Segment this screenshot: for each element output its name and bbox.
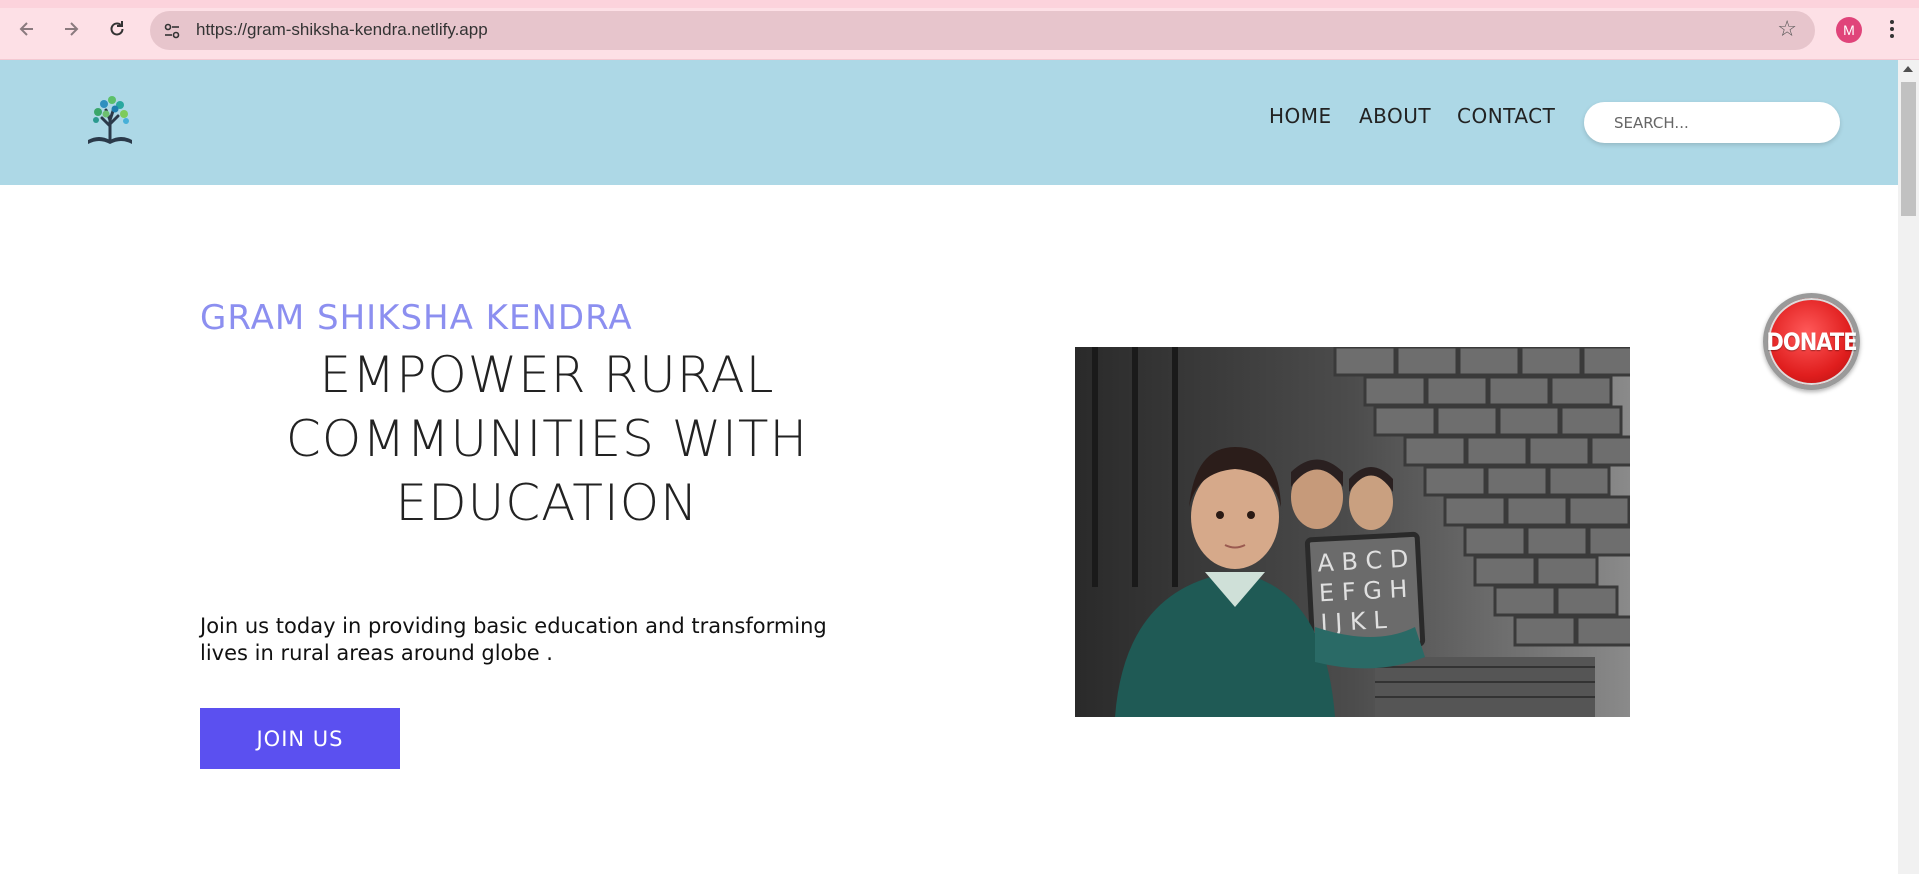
hero-title-line: COMMUNITIES WITH [285, 410, 809, 468]
chalkboard-row: A B C D [1317, 545, 1409, 578]
hero-eyebrow: GRAM SHIKSHA KENDRA [200, 298, 633, 338]
hero-title-line: EDUCATION [395, 474, 699, 532]
hero-image: A B C D E F G H I J K L [1075, 347, 1630, 717]
page-scrollbar[interactable] [1898, 60, 1919, 874]
url-text[interactable]: https://gram-shiksha-kendra.netlify.app [196, 20, 488, 40]
scrollbar-thumb[interactable] [1901, 82, 1916, 216]
forward-arrow-icon[interactable] [56, 14, 86, 44]
browser-toolbar: https://gram-shiksha-kendra.netlify.app … [0, 0, 1919, 60]
nav-link-home[interactable]: HOME [1269, 104, 1332, 128]
hero-description-line: lives in rural areas around globe . [200, 641, 553, 665]
more-menu-icon[interactable] [1880, 14, 1904, 44]
back-arrow-icon[interactable] [12, 14, 42, 44]
address-bar[interactable]: https://gram-shiksha-kendra.netlify.app … [150, 11, 1815, 50]
reload-icon[interactable] [102, 14, 132, 44]
nav-link-contact[interactable]: CONTACT [1457, 104, 1555, 128]
site-header: HOME ABOUT CONTACT [0, 60, 1898, 185]
star-icon[interactable]: ☆ [1777, 17, 1797, 42]
chalkboard-row: E F G H [1318, 575, 1408, 608]
nav-link-about[interactable]: ABOUT [1359, 104, 1431, 128]
donate-button[interactable]: DONATE [1763, 293, 1860, 390]
hero-title-line: EMPOWER RURAL [319, 346, 775, 404]
hero-title: EMPOWER RURAL COMMUNITIES WITH EDUCATION [200, 343, 894, 535]
tree-book-logo[interactable] [84, 90, 136, 146]
join-us-button[interactable]: JOIN US [200, 708, 400, 769]
site-settings-icon[interactable] [162, 21, 182, 41]
search-input[interactable] [1584, 102, 1840, 143]
hero-description: Join us today in providing basic educati… [200, 613, 900, 667]
scroll-up-arrow-icon[interactable] [1903, 66, 1913, 72]
profile-avatar[interactable]: M [1836, 17, 1862, 43]
donate-label: DONATE [1766, 327, 1857, 356]
tab-strip [0, 0, 1919, 8]
hero-description-line: Join us today in providing basic educati… [200, 614, 827, 638]
